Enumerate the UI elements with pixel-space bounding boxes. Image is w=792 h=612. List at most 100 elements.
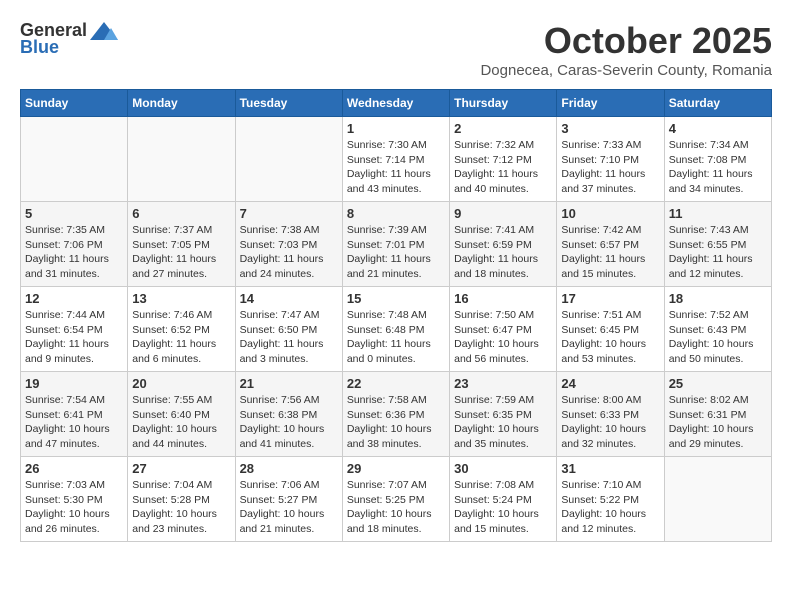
calendar-cell: 1 Sunrise: 7:30 AM Sunset: 7:14 PM Daylig…: [342, 117, 449, 202]
day-number: 18: [669, 291, 767, 306]
day-info: Sunrise: 7:42 AM Sunset: 6:57 PM Dayligh…: [561, 223, 659, 282]
day-info: Sunrise: 7:07 AM Sunset: 5:25 PM Dayligh…: [347, 478, 445, 537]
day-number: 22: [347, 376, 445, 391]
day-info: Sunrise: 7:54 AM Sunset: 6:41 PM Dayligh…: [25, 393, 123, 452]
calendar-cell: 27Sunrise: 7:04 AM Sunset: 5:28 PM Dayli…: [128, 457, 235, 542]
day-info: Sunrise: 7:06 AM Sunset: 5:27 PM Dayligh…: [240, 478, 338, 537]
logo-icon: [90, 22, 118, 40]
day-info: Sunrise: 7:47 AM Sunset: 6:50 PM Dayligh…: [240, 308, 338, 367]
weekday-header-tuesday: Tuesday: [235, 90, 342, 117]
day-info: Sunrise: 7:51 AM Sunset: 6:45 PM Dayligh…: [561, 308, 659, 367]
day-number: 19: [25, 376, 123, 391]
day-info: Sunrise: 7:37 AM Sunset: 7:05 PM Dayligh…: [132, 223, 230, 282]
day-info: Sunrise: 7:48 AM Sunset: 6:48 PM Dayligh…: [347, 308, 445, 367]
day-number: 23: [454, 376, 552, 391]
day-number: 14: [240, 291, 338, 306]
calendar-cell: 6 Sunrise: 7:37 AM Sunset: 7:05 PM Daylig…: [128, 202, 235, 287]
day-info: Sunrise: 7:39 AM Sunset: 7:01 PM Dayligh…: [347, 223, 445, 282]
logo: General Blue: [20, 20, 118, 58]
day-info: Sunrise: 7:32 AM Sunset: 7:12 PM Dayligh…: [454, 138, 552, 197]
calendar-cell: 30 Sunrise: 7:08 AM Sunset: 5:24 PM Dayli…: [450, 457, 557, 542]
day-info: Sunrise: 7:38 AM Sunset: 7:03 PM Dayligh…: [240, 223, 338, 282]
day-info: Sunrise: 7:52 AM Sunset: 6:43 PM Dayligh…: [669, 308, 767, 367]
calendar-cell: 2 Sunrise: 7:32 AM Sunset: 7:12 PM Daylig…: [450, 117, 557, 202]
day-number: 20: [132, 376, 230, 391]
week-row-1: 1 Sunrise: 7:30 AM Sunset: 7:14 PM Daylig…: [21, 117, 772, 202]
day-number: 28: [240, 461, 338, 476]
calendar-cell: 17Sunrise: 7:51 AM Sunset: 6:45 PM Dayli…: [557, 287, 664, 372]
day-info: Sunrise: 8:02 AM Sunset: 6:31 PM Dayligh…: [669, 393, 767, 452]
calendar-cell: 26Sunrise: 7:03 AM Sunset: 5:30 PM Dayli…: [21, 457, 128, 542]
day-number: 21: [240, 376, 338, 391]
weekday-header-sunday: Sunday: [21, 90, 128, 117]
calendar-cell: 10 Sunrise: 7:42 AM Sunset: 6:57 PM Dayli…: [557, 202, 664, 287]
day-info: Sunrise: 7:41 AM Sunset: 6:59 PM Dayligh…: [454, 223, 552, 282]
day-number: 3: [561, 121, 659, 136]
calendar-cell: 19 Sunrise: 7:54 AM Sunset: 6:41 PM Dayli…: [21, 372, 128, 457]
logo-blue-text: Blue: [20, 37, 59, 58]
calendar-table: SundayMondayTuesdayWednesdayThursdayFrid…: [20, 89, 772, 542]
week-row-4: 19 Sunrise: 7:54 AM Sunset: 6:41 PM Dayli…: [21, 372, 772, 457]
calendar-cell: 31 Sunrise: 7:10 AM Sunset: 5:22 PM Dayli…: [557, 457, 664, 542]
day-info: Sunrise: 7:30 AM Sunset: 7:14 PM Dayligh…: [347, 138, 445, 197]
day-number: 12: [25, 291, 123, 306]
day-number: 1: [347, 121, 445, 136]
day-number: 6: [132, 206, 230, 221]
weekday-header-monday: Monday: [128, 90, 235, 117]
calendar-cell: [664, 457, 771, 542]
day-number: 13: [132, 291, 230, 306]
weekday-header-saturday: Saturday: [664, 90, 771, 117]
day-number: 31: [561, 461, 659, 476]
calendar-cell: 20Sunrise: 7:55 AM Sunset: 6:40 PM Dayli…: [128, 372, 235, 457]
calendar-cell: [235, 117, 342, 202]
day-number: 16: [454, 291, 552, 306]
weekday-header-wednesday: Wednesday: [342, 90, 449, 117]
day-number: 26: [25, 461, 123, 476]
calendar-cell: 25 Sunrise: 8:02 AM Sunset: 6:31 PM Dayli…: [664, 372, 771, 457]
day-info: Sunrise: 7:56 AM Sunset: 6:38 PM Dayligh…: [240, 393, 338, 452]
day-number: 10: [561, 206, 659, 221]
day-info: Sunrise: 7:46 AM Sunset: 6:52 PM Dayligh…: [132, 308, 230, 367]
calendar-cell: 23 Sunrise: 7:59 AM Sunset: 6:35 PM Dayli…: [450, 372, 557, 457]
calendar-cell: 3Sunrise: 7:33 AM Sunset: 7:10 PM Daylig…: [557, 117, 664, 202]
day-number: 24: [561, 376, 659, 391]
calendar-cell: 14 Sunrise: 7:47 AM Sunset: 6:50 PM Dayli…: [235, 287, 342, 372]
week-row-5: 26Sunrise: 7:03 AM Sunset: 5:30 PM Dayli…: [21, 457, 772, 542]
title-section: October 2025 Dognecea, Caras-Severin Cou…: [480, 20, 772, 79]
day-info: Sunrise: 7:50 AM Sunset: 6:47 PM Dayligh…: [454, 308, 552, 367]
calendar-cell: 12 Sunrise: 7:44 AM Sunset: 6:54 PM Dayli…: [21, 287, 128, 372]
week-row-3: 12 Sunrise: 7:44 AM Sunset: 6:54 PM Dayli…: [21, 287, 772, 372]
day-info: Sunrise: 7:35 AM Sunset: 7:06 PM Dayligh…: [25, 223, 123, 282]
calendar-cell: [21, 117, 128, 202]
day-info: Sunrise: 7:44 AM Sunset: 6:54 PM Dayligh…: [25, 308, 123, 367]
day-number: 4: [669, 121, 767, 136]
week-row-2: 5 Sunrise: 7:35 AM Sunset: 7:06 PM Daylig…: [21, 202, 772, 287]
day-info: Sunrise: 7:43 AM Sunset: 6:55 PM Dayligh…: [669, 223, 767, 282]
day-number: 7: [240, 206, 338, 221]
day-info: Sunrise: 7:34 AM Sunset: 7:08 PM Dayligh…: [669, 138, 767, 197]
calendar-cell: [128, 117, 235, 202]
day-number: 15: [347, 291, 445, 306]
calendar-cell: 4 Sunrise: 7:34 AM Sunset: 7:08 PM Daylig…: [664, 117, 771, 202]
weekday-header-thursday: Thursday: [450, 90, 557, 117]
day-info: Sunrise: 7:08 AM Sunset: 5:24 PM Dayligh…: [454, 478, 552, 537]
calendar-cell: 18 Sunrise: 7:52 AM Sunset: 6:43 PM Dayli…: [664, 287, 771, 372]
calendar-cell: 8Sunrise: 7:39 AM Sunset: 7:01 PM Daylig…: [342, 202, 449, 287]
day-info: Sunrise: 8:00 AM Sunset: 6:33 PM Dayligh…: [561, 393, 659, 452]
calendar-cell: 11Sunrise: 7:43 AM Sunset: 6:55 PM Dayli…: [664, 202, 771, 287]
day-info: Sunrise: 7:10 AM Sunset: 5:22 PM Dayligh…: [561, 478, 659, 537]
weekday-header-friday: Friday: [557, 90, 664, 117]
day-number: 25: [669, 376, 767, 391]
day-number: 2: [454, 121, 552, 136]
day-number: 5: [25, 206, 123, 221]
day-number: 30: [454, 461, 552, 476]
calendar-cell: 22 Sunrise: 7:58 AM Sunset: 6:36 PM Dayli…: [342, 372, 449, 457]
day-info: Sunrise: 7:58 AM Sunset: 6:36 PM Dayligh…: [347, 393, 445, 452]
calendar-cell: 13 Sunrise: 7:46 AM Sunset: 6:52 PM Dayli…: [128, 287, 235, 372]
day-info: Sunrise: 7:59 AM Sunset: 6:35 PM Dayligh…: [454, 393, 552, 452]
calendar-cell: 5 Sunrise: 7:35 AM Sunset: 7:06 PM Daylig…: [21, 202, 128, 287]
calendar-cell: 9Sunrise: 7:41 AM Sunset: 6:59 PM Daylig…: [450, 202, 557, 287]
calendar-cell: 28 Sunrise: 7:06 AM Sunset: 5:27 PM Dayli…: [235, 457, 342, 542]
calendar-cell: 16 Sunrise: 7:50 AM Sunset: 6:47 PM Dayli…: [450, 287, 557, 372]
month-title: October 2025: [480, 20, 772, 62]
